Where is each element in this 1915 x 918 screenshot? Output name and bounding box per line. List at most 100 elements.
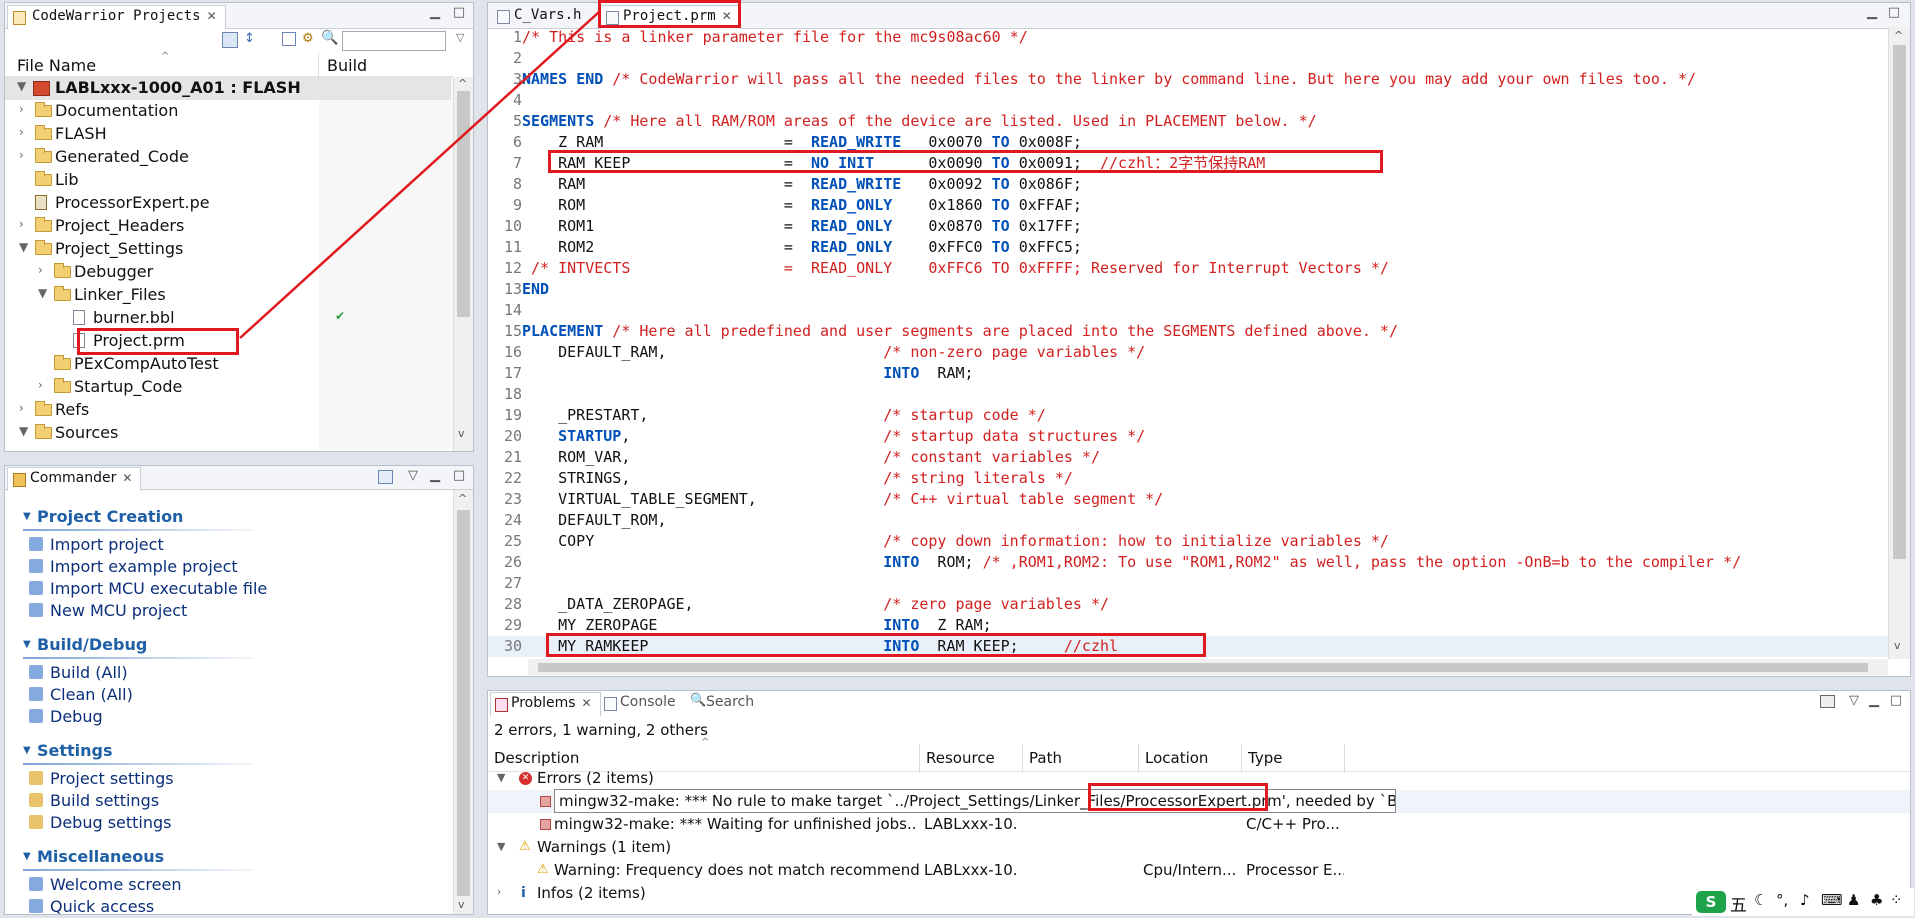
scroll-thumb[interactable] bbox=[538, 663, 1868, 672]
keyboard-icon[interactable]: ⌨ bbox=[1821, 891, 1843, 909]
code-line[interactable]: 5SEGMENTS /* Here all RAM/ROM areas of t… bbox=[488, 111, 1888, 132]
code-line[interactable]: 21 ROM_VAR, /* constant variables */ bbox=[488, 447, 1888, 468]
maximize-icon[interactable]: □ bbox=[1887, 6, 1901, 21]
maximize-icon[interactable]: □ bbox=[1889, 694, 1903, 709]
scroll-thumb[interactable] bbox=[1893, 45, 1906, 559]
tree-item[interactable]: ProcessorExpert.pe bbox=[5, 192, 451, 215]
code-line[interactable]: 26 INTO ROM; /* ,ROM1,ROM2: To use "ROM1… bbox=[488, 552, 1888, 573]
tab-commander[interactable]: Commander ✕ bbox=[7, 467, 142, 491]
collapse-arrow-icon[interactable]: › bbox=[38, 378, 50, 392]
collapse-arrow-icon[interactable]: ▼ bbox=[23, 745, 31, 756]
code-line[interactable]: 4 bbox=[488, 90, 1888, 111]
scroll-thumb[interactable] bbox=[457, 91, 470, 317]
collapse-arrow-icon[interactable]: ▼ bbox=[23, 639, 31, 650]
code-line[interactable]: 30 MY_RAMKEEP INTO RAM_KEEP; //czhl bbox=[488, 636, 1888, 657]
collapse-arrow-icon[interactable]: › bbox=[38, 263, 50, 277]
code-line[interactable]: 6 Z_RAM = READ_WRITE 0x0070 TO 0x008F; bbox=[488, 132, 1888, 153]
error-row[interactable]: mingw32-make: *** No rule to make target… bbox=[488, 789, 1910, 813]
close-icon[interactable]: ✕ bbox=[582, 696, 592, 710]
tree-item[interactable]: › Documentation bbox=[5, 100, 451, 123]
tree-item[interactable]: ▼ Project_Settings bbox=[5, 238, 451, 261]
editor-horizontal-scrollbar[interactable] bbox=[528, 659, 1888, 675]
tree-item[interactable]: ▼ Sources bbox=[5, 422, 451, 445]
code-line[interactable]: 24 DEFAULT_ROM, bbox=[488, 510, 1888, 531]
minimize-icon[interactable]: ▁ bbox=[428, 469, 442, 484]
minimize-icon[interactable]: ▁ bbox=[1867, 694, 1881, 709]
error-row[interactable]: mingw32-make: *** Waiting for unfinished… bbox=[488, 813, 1910, 836]
collapse-arrow-icon[interactable]: › bbox=[19, 102, 31, 116]
filter-icon[interactable] bbox=[282, 32, 296, 46]
tab-problems[interactable]: Problems ✕ bbox=[490, 692, 601, 716]
code-line[interactable]: 25 COPY /* copy down information: how to… bbox=[488, 531, 1888, 552]
tree-item[interactable]: ▼ Linker_Files bbox=[5, 284, 451, 307]
collapse-all-icon[interactable] bbox=[222, 32, 238, 48]
search-icon[interactable]: 🔍 bbox=[321, 30, 338, 46]
scroll-up-icon[interactable]: ^ bbox=[458, 492, 467, 505]
code-line[interactable]: 7 RAM_KEEP = NO_INIT 0x0090 TO 0x0091; /… bbox=[488, 153, 1888, 174]
shirt-icon[interactable]: ♣ bbox=[1870, 891, 1883, 909]
scroll-up-icon[interactable]: ^ bbox=[458, 77, 467, 90]
code-line[interactable]: 16 DEFAULT_RAM, /* non-zero page variabl… bbox=[488, 342, 1888, 363]
collapse-arrow-icon[interactable]: › bbox=[19, 217, 31, 231]
scroll-thumb[interactable] bbox=[457, 510, 470, 896]
code-line[interactable]: 11 ROM2 = READ_ONLY 0xFFC0 TO 0xFFC5; bbox=[488, 237, 1888, 258]
collapse-arrow-icon[interactable]: › bbox=[19, 401, 31, 415]
search-input[interactable] bbox=[342, 31, 446, 51]
minimize-icon[interactable]: ▁ bbox=[1865, 6, 1879, 21]
tree-item[interactable]: Lib bbox=[5, 169, 451, 192]
scroll-down-icon[interactable]: v bbox=[458, 898, 465, 911]
close-icon[interactable]: ✕ bbox=[122, 471, 132, 485]
expand-arrow-icon[interactable]: › bbox=[497, 885, 501, 898]
code-line[interactable]: 15PLACEMENT /* Here all predefined and u… bbox=[488, 321, 1888, 342]
expand-arrow-icon[interactable]: ▼ bbox=[497, 840, 505, 853]
mic-icon[interactable]: ♪ bbox=[1800, 891, 1810, 909]
collapse-arrow-icon[interactable]: ▼ bbox=[23, 851, 31, 862]
view-menu-icon[interactable]: ▽ bbox=[456, 31, 464, 44]
tree-item[interactable]: › Debugger bbox=[5, 261, 451, 284]
tree-item[interactable]: › FLASH bbox=[5, 123, 451, 146]
tab-project-prm[interactable]: Project.prm ✕ bbox=[600, 5, 741, 29]
code-line[interactable]: 29 MY_ZEROPAGE INTO Z_RAM; bbox=[488, 615, 1888, 636]
collapse-arrow-icon[interactable]: › bbox=[19, 125, 31, 139]
code-line[interactable]: 3NAMES END /* CodeWarrior will pass all … bbox=[488, 69, 1888, 90]
new-icon[interactable] bbox=[378, 470, 393, 484]
minimize-icon[interactable]: ▁ bbox=[428, 6, 442, 21]
user-icon[interactable]: ♟ bbox=[1847, 891, 1860, 909]
tree-item[interactable]: › Startup_Code bbox=[5, 376, 451, 399]
explorer-scrollbar[interactable]: ^ v bbox=[453, 77, 473, 451]
errors-group[interactable]: ▼ ✕ Errors (2 items) bbox=[488, 767, 1910, 790]
punctuation-icon[interactable]: °, bbox=[1776, 891, 1788, 909]
tree-item[interactable]: Project.prm bbox=[5, 330, 451, 353]
tree-item[interactable]: burner.bbl bbox=[5, 307, 451, 330]
tab-console[interactable]: Console bbox=[600, 692, 684, 716]
code-line[interactable]: 1/* This is a linker parameter file for … bbox=[488, 27, 1888, 48]
commander-scrollbar[interactable]: ^ v bbox=[453, 490, 473, 914]
sogou-logo[interactable]: S bbox=[1696, 891, 1726, 913]
warning-row[interactable]: ⚠ Warning: Frequency does not match reco… bbox=[488, 859, 1910, 882]
code-line[interactable]: 12 /* INTVECTS = READ_ONLY 0xFFC6 TO 0xF… bbox=[488, 258, 1888, 279]
table-options-icon[interactable] bbox=[1820, 695, 1835, 708]
link-icon[interactable]: ⚙ bbox=[302, 31, 314, 46]
grid-icon[interactable]: ⁘ bbox=[1890, 891, 1903, 909]
maximize-icon[interactable]: □ bbox=[452, 469, 466, 484]
code-line[interactable]: 28 _DATA_ZEROPAGE, /* zero page variable… bbox=[488, 594, 1888, 615]
scroll-down-icon[interactable]: v bbox=[1894, 639, 1901, 652]
code-line[interactable]: 17 INTO RAM; bbox=[488, 363, 1888, 384]
code-line[interactable]: 9 ROM = READ_ONLY 0x1860 TO 0xFFAF; bbox=[488, 195, 1888, 216]
collapse-arrow-icon[interactable]: › bbox=[19, 148, 31, 162]
warnings-group[interactable]: ▼ ⚠ Warnings (1 item) bbox=[488, 836, 1910, 859]
expand-arrow-icon[interactable]: ▼ bbox=[17, 79, 29, 93]
code-line[interactable]: 20 STARTUP, /* startup data structures *… bbox=[488, 426, 1888, 447]
tree-item[interactable]: › Refs bbox=[5, 399, 451, 422]
tree-item[interactable]: › Project_Headers bbox=[5, 215, 451, 238]
expand-arrow-icon[interactable]: ▼ bbox=[38, 286, 50, 300]
code-line[interactable]: 18 bbox=[488, 384, 1888, 405]
code-line[interactable]: 22 STRINGS, /* string literals */ bbox=[488, 468, 1888, 489]
scroll-down-icon[interactable]: v bbox=[458, 427, 465, 440]
tab-codewarrior-projects[interactable]: CodeWarrior Projects ✕ bbox=[7, 5, 226, 29]
close-icon[interactable]: ✕ bbox=[207, 9, 217, 23]
collapse-arrow-icon[interactable]: ▼ bbox=[23, 511, 31, 522]
column-file-name[interactable]: File Name bbox=[17, 56, 96, 75]
moon-icon[interactable]: ☾ bbox=[1754, 891, 1767, 909]
view-menu-icon[interactable]: ▽ bbox=[406, 469, 420, 484]
